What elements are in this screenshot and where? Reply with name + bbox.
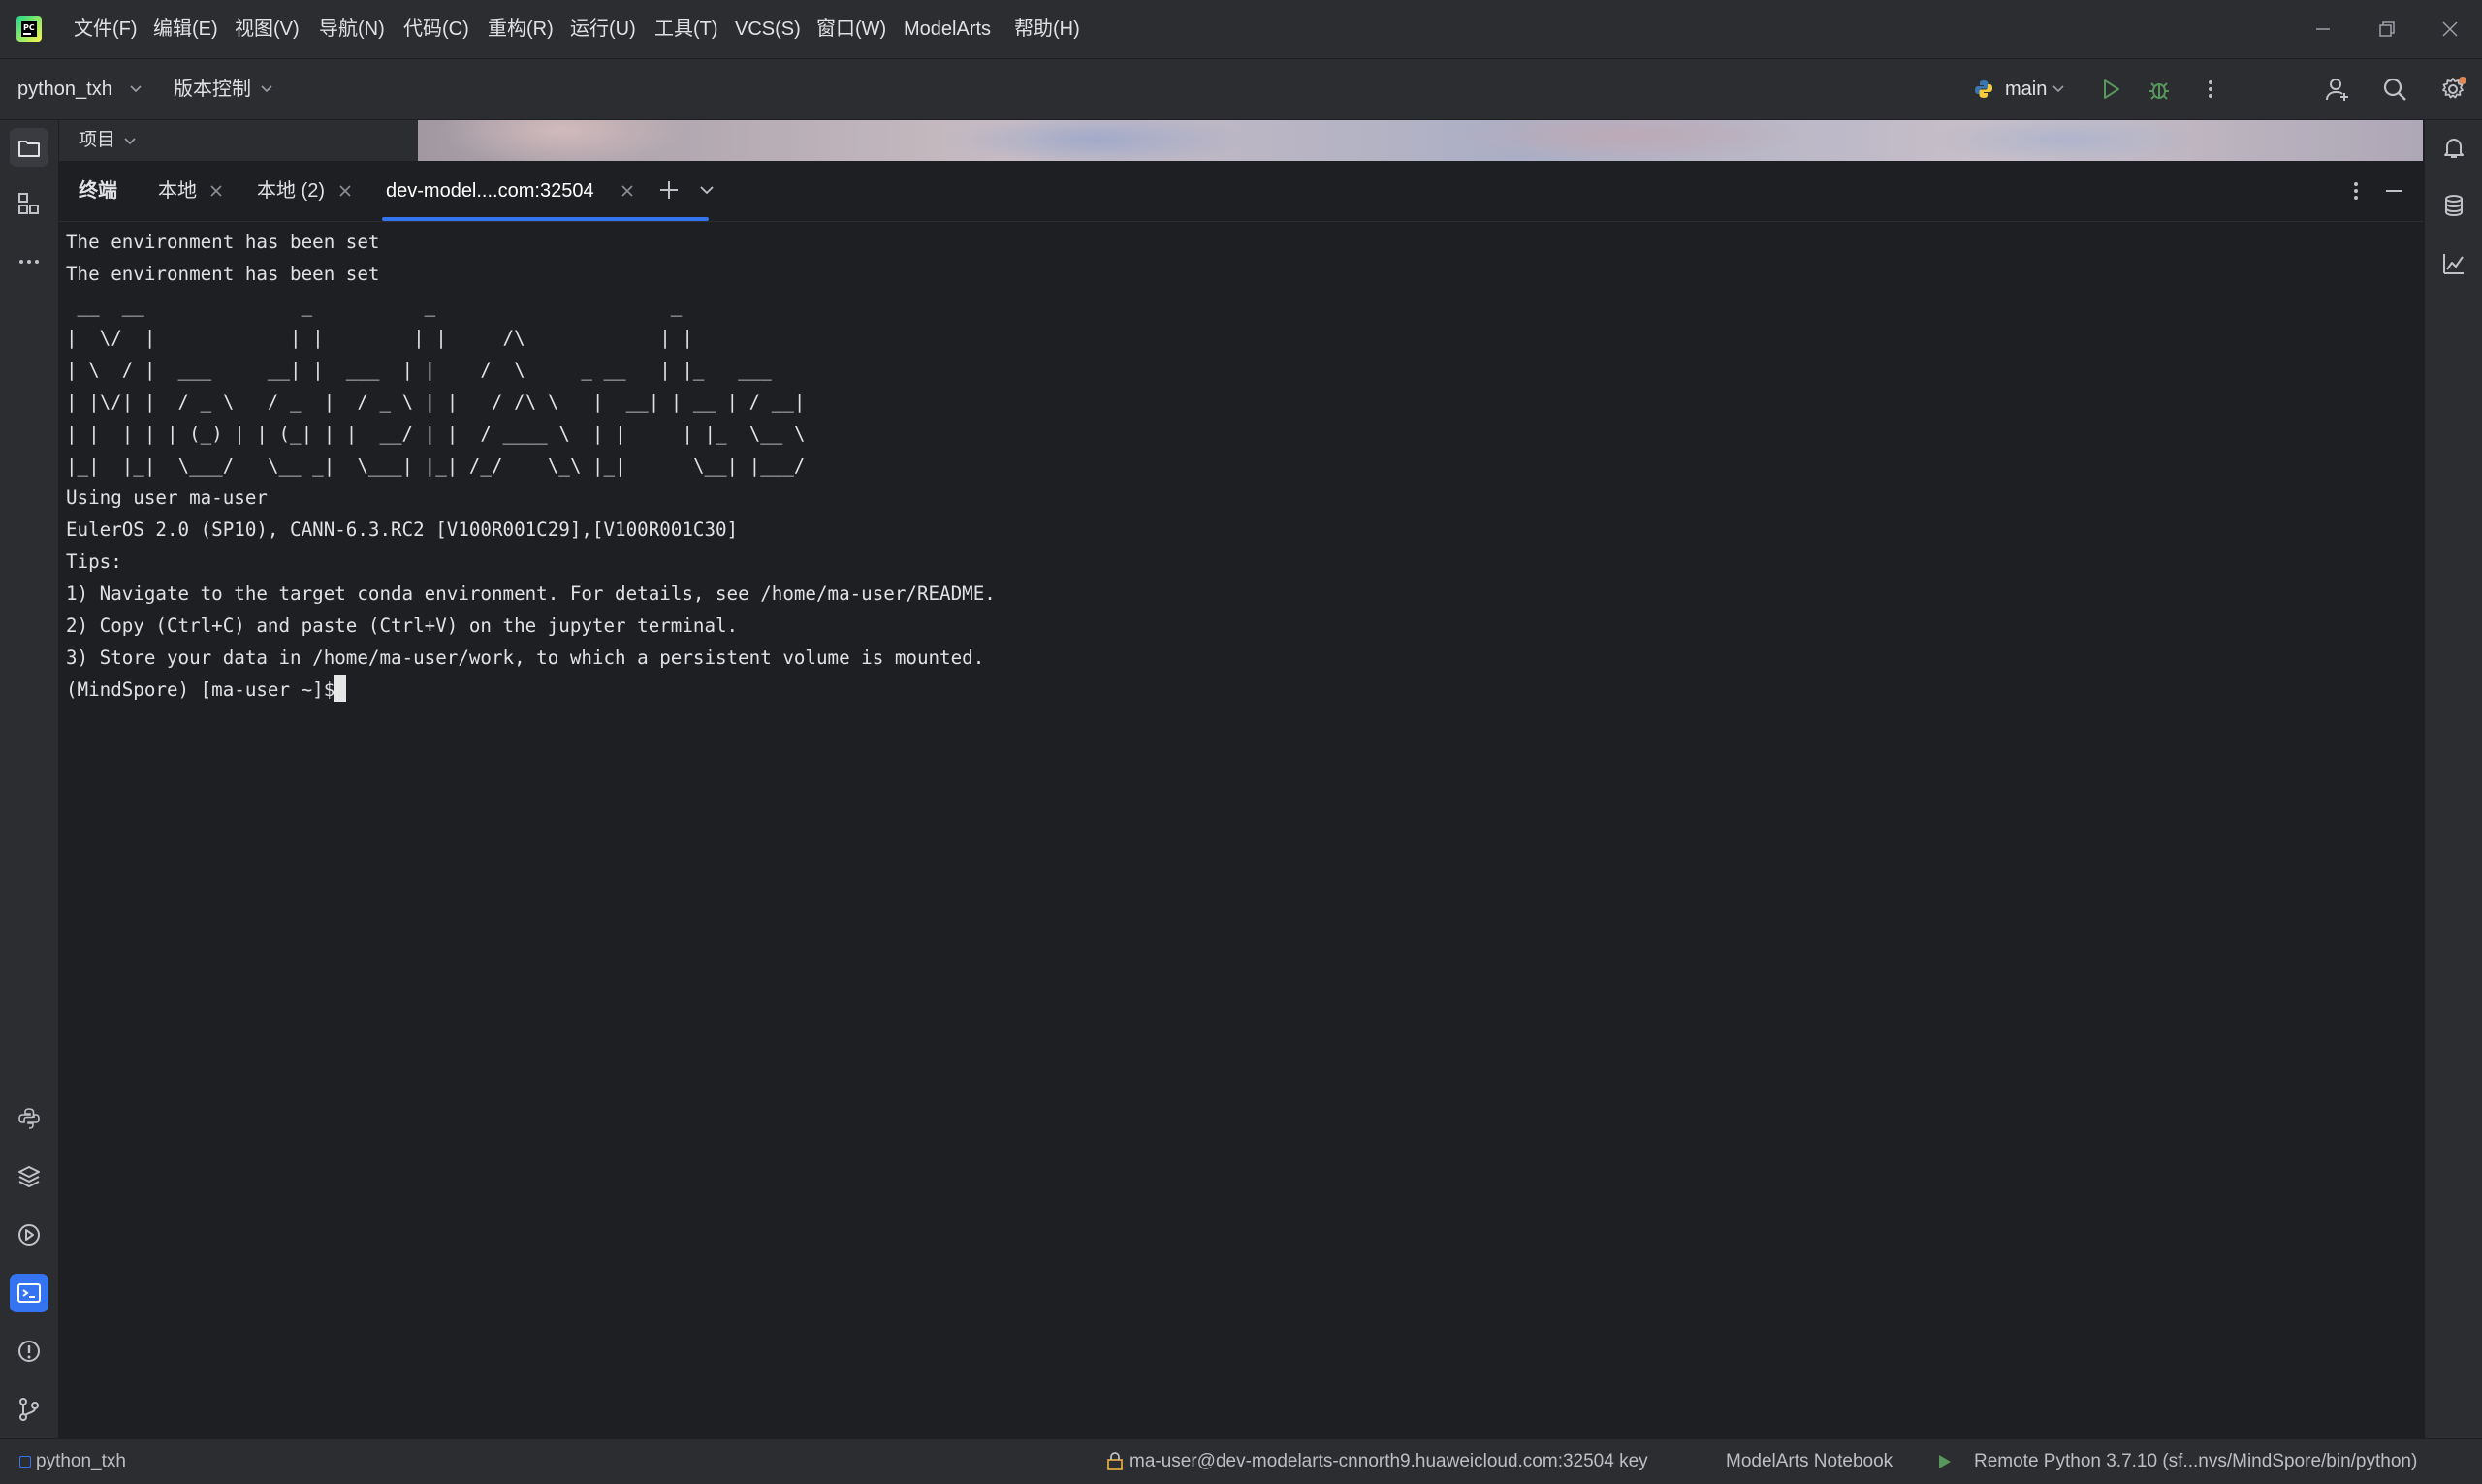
status-notebook[interactable]: ModelArts Notebook	[1726, 1439, 1893, 1484]
bell-icon[interactable]	[2434, 128, 2473, 167]
terminal-line: 1) Navigate to the target conda environm…	[66, 583, 996, 605]
settings-icon[interactable]	[2435, 72, 2470, 107]
problems-icon[interactable]	[10, 1332, 48, 1371]
project-view-selector[interactable]: 项目	[79, 120, 115, 161]
status-project[interactable]: python_txh	[36, 1439, 126, 1484]
terminal-tab-bar: 终端 本地 本地 (2) dev-model....com:32504	[59, 161, 2423, 222]
menu-modelarts[interactable]: ModelArts	[904, 0, 991, 58]
layers-icon[interactable]	[10, 1157, 48, 1196]
run-icon[interactable]	[2093, 72, 2128, 107]
menu-file[interactable]: 文件(F)	[74, 0, 138, 58]
title-bar: PC 文件(F) 编辑(E) 视图(V) 导航(N) 代码(C) 重构(R) 运…	[0, 0, 2482, 59]
database-icon[interactable]	[2434, 186, 2473, 225]
project-panel-header: 项目	[59, 120, 418, 161]
menu-help[interactable]: 帮助(H)	[1014, 0, 1080, 58]
ssh-key-icon	[1105, 1452, 1125, 1476]
ascii-banner-line: |_| |_| \___/ \__ _| \___| |_| /_/ \_\ |…	[66, 455, 806, 477]
ascii-banner-line: __ __ _ _ _	[66, 295, 683, 317]
terminal-line: Tips:	[66, 551, 122, 573]
status-interpreter[interactable]: Remote Python 3.7.10 (sf...nvs/MindSpore…	[1974, 1439, 2417, 1484]
terminal-line: 2) Copy (Ctrl+C) and paste (Ctrl+V) on t…	[66, 615, 739, 637]
menu-edit[interactable]: 编辑(E)	[153, 0, 218, 58]
tab-local-2[interactable]: 本地 (2)	[257, 161, 325, 221]
menu-code[interactable]: 代码(C)	[403, 0, 469, 58]
shell-prompt[interactable]: (MindSpore) [ma-user ~]$	[66, 679, 334, 701]
active-tab-indicator	[382, 217, 709, 221]
python-console-icon[interactable]	[10, 1099, 48, 1138]
more-icon[interactable]	[2193, 72, 2228, 107]
python-icon	[1974, 79, 1993, 104]
run-config-selector[interactable]: main	[2005, 59, 2047, 119]
chevron-down-icon[interactable]	[123, 134, 137, 152]
terminal-line: The environment has been set	[66, 231, 380, 253]
more-icon[interactable]	[2344, 179, 2368, 207]
chevron-down-icon[interactable]	[128, 80, 143, 101]
status-connection[interactable]: ma-user@dev-modelarts-cnnorth9.huaweiclo…	[1130, 1439, 1648, 1484]
app-logo-icon[interactable]: PC	[16, 16, 43, 43]
profiler-icon[interactable]	[2434, 244, 2473, 283]
chevron-down-icon[interactable]	[259, 80, 274, 101]
project-selector[interactable]: python_txh	[17, 59, 112, 119]
minimize-panel-icon[interactable]	[2382, 179, 2405, 207]
menu-window[interactable]: 窗口(W)	[816, 0, 886, 58]
services-icon[interactable]	[10, 1216, 48, 1254]
ascii-banner-line: | \/ | | | | | /\ | |	[66, 327, 693, 349]
tab-local[interactable]: 本地	[158, 161, 197, 221]
close-icon[interactable]	[207, 181, 226, 201]
menu-refactor[interactable]: 重构(R)	[488, 0, 554, 58]
menu-view[interactable]: 视图(V)	[235, 0, 300, 58]
terminal-output[interactable]: The environment has been set The environ…	[59, 222, 2423, 1438]
project-square-icon	[19, 1456, 31, 1468]
menu-vcs[interactable]: VCS(S)	[735, 0, 801, 58]
minimize-icon[interactable]	[2291, 0, 2355, 58]
git-icon[interactable]	[10, 1390, 48, 1429]
ascii-banner-line: | |\/| | / _ \ / _ | / _ \ | | / /\ \ | …	[66, 391, 806, 413]
menu-run[interactable]: 运行(U)	[570, 0, 636, 58]
search-icon[interactable]	[2377, 72, 2412, 107]
status-bar: python_txh ma-user@dev-modelarts-cnnorth…	[0, 1438, 2482, 1484]
terminal-icon[interactable]	[10, 1274, 48, 1312]
add-tab-icon[interactable]	[657, 178, 681, 206]
run-icon[interactable]	[1935, 1453, 1953, 1475]
ascii-banner-line: | \ / | ___ __| | ___ | | / \ _ __ | |_ …	[66, 359, 772, 381]
terminal-text: The environment has been set The environ…	[66, 226, 996, 706]
menu-navigate[interactable]: 导航(N)	[319, 0, 385, 58]
chevron-down-icon[interactable]	[698, 181, 716, 204]
terminal-cursor	[334, 675, 347, 702]
chevron-down-icon[interactable]	[2051, 80, 2066, 101]
debug-icon[interactable]	[2142, 72, 2177, 107]
tab-remote-ssh[interactable]: dev-model....com:32504	[386, 161, 594, 221]
background-image	[418, 120, 2423, 161]
terminal-line: 3) Store your data in /home/ma-user/work…	[66, 647, 985, 669]
menu-tools[interactable]: 工具(T)	[654, 0, 718, 58]
left-tool-stripe	[0, 120, 59, 1438]
terminal-line: The environment has been set	[66, 263, 380, 285]
terminal-panel-title: 终端	[79, 180, 117, 202]
restore-icon[interactable]	[2355, 0, 2419, 58]
close-icon[interactable]	[618, 181, 637, 201]
terminal-line: EulerOS 2.0 (SP10), CANN-6.3.RC2 [V100R0…	[66, 519, 739, 541]
close-icon[interactable]	[335, 181, 355, 201]
right-tool-stripe	[2424, 120, 2482, 1438]
terminal-line: Using user ma-user	[66, 487, 268, 509]
svg-text:PC: PC	[23, 23, 35, 32]
add-user-icon[interactable]	[2320, 72, 2355, 107]
structure-icon[interactable]	[10, 184, 48, 223]
main-toolbar: python_txh 版本控制 main	[0, 59, 2482, 120]
close-icon[interactable]	[2418, 0, 2482, 58]
folder-icon[interactable]	[10, 128, 48, 167]
more-tools-icon[interactable]	[10, 242, 48, 281]
ascii-banner-line: | | | | | (_) | | (_| | | __/ | | / ____…	[66, 423, 806, 445]
vcs-selector[interactable]: 版本控制	[174, 59, 251, 119]
